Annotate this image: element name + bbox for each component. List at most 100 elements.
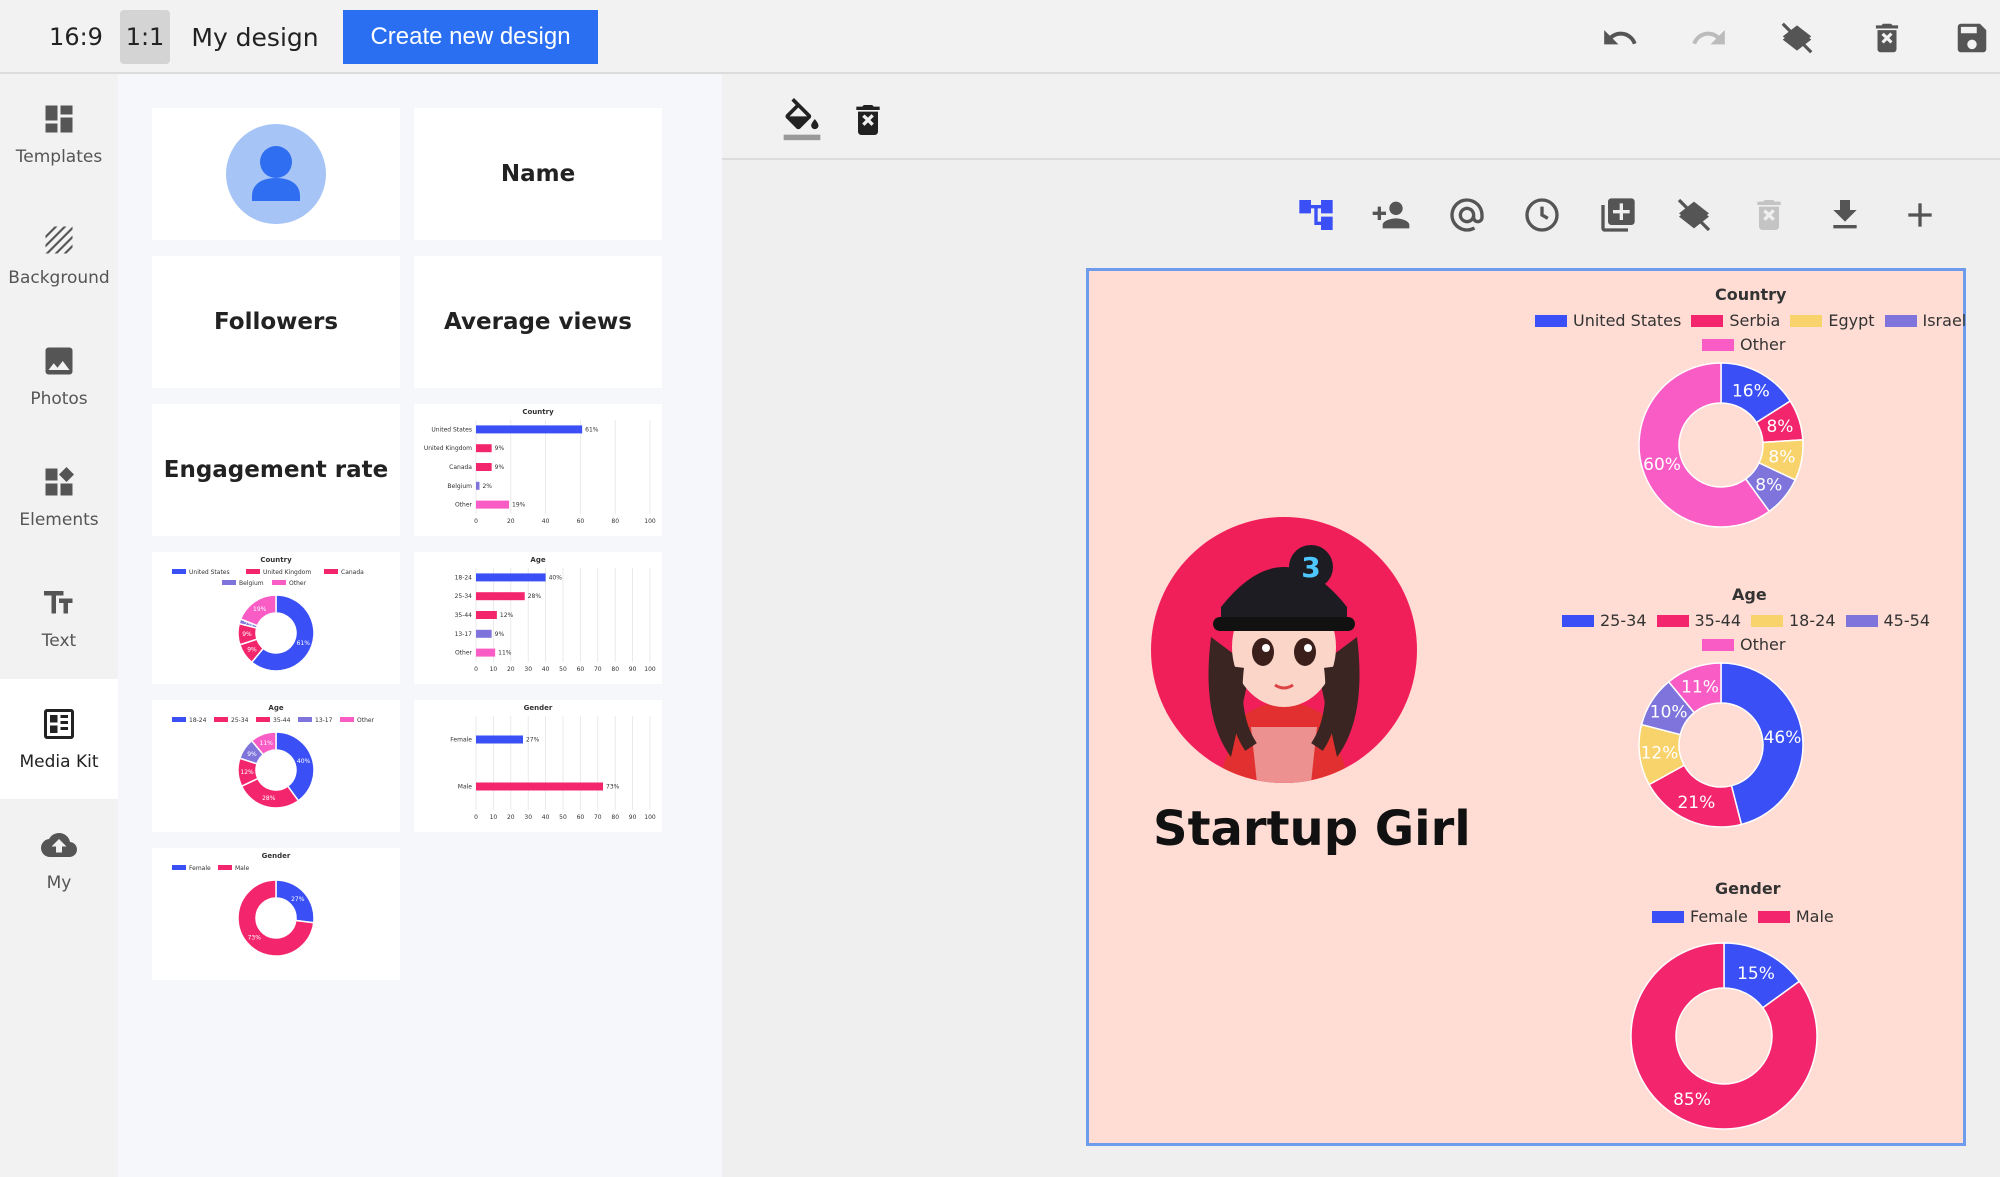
tick-label: 20 <box>507 666 515 673</box>
legend-label: Other <box>1740 335 1786 354</box>
age-legend-row-2: Other <box>1702 635 1785 654</box>
delete-icon[interactable] <box>1868 19 1906 57</box>
mini-donut-slice-label: 73% <box>248 934 262 941</box>
layers-clear-icon[interactable] <box>1778 19 1816 57</box>
legend-label: Male <box>1795 907 1834 926</box>
legend-item: 45-54 <box>1845 611 1931 630</box>
layers-clear-icon[interactable] <box>1674 195 1714 235</box>
country-bar-chart-card[interactable]: Country 0 20 40 60 80 100 United States 61% Unite… <box>414 404 662 536</box>
country-donut-chart[interactable]: 16% 8% 8% 8% 60% <box>1631 355 1811 535</box>
bar <box>476 629 492 638</box>
save-icon[interactable] <box>1953 19 1991 57</box>
gender-donut-chart[interactable]: 15% 85% <box>1629 941 1819 1131</box>
country-donut-slice-label: 16% <box>1732 382 1770 402</box>
user-avatar-icon <box>226 124 326 224</box>
at-icon[interactable] <box>1447 195 1487 235</box>
gender-bar-chart-card[interactable]: Gender 0 10 20 30 40 50 60 70 80 90 100 Female 27% Mal… <box>414 700 662 832</box>
sidebar-item-templates[interactable]: Templates <box>0 74 118 194</box>
name-card[interactable]: Name <box>414 108 662 240</box>
sidebar-item-background[interactable]: Background <box>0 195 118 315</box>
gender-chart-title: Gender <box>1715 879 1781 898</box>
legend-swatch <box>340 717 354 722</box>
elements-icon <box>45 467 74 496</box>
country-donut-chart-card[interactable]: Country United States United Kingdom Canada… <box>152 552 400 684</box>
background-icon <box>45 226 73 254</box>
tick-label: 80 <box>611 666 619 673</box>
my-design-button[interactable]: My design <box>180 10 330 64</box>
bar <box>476 648 496 657</box>
country-bar-chart: Country 0 20 40 60 80 100 United States 61% Unite… <box>424 408 656 525</box>
top-toolbar: 16:9 1:1 My design Create new design <box>0 0 2000 74</box>
category-label: 25-34 <box>455 593 473 600</box>
text-icon <box>44 591 73 614</box>
legend-label: 45-54 <box>1883 611 1931 630</box>
legend-item: 18-24 <box>1751 611 1836 630</box>
legend-swatch <box>172 717 186 722</box>
ratio-1-1-button[interactable]: 1:1 <box>120 10 170 64</box>
sidebar-item-elements[interactable]: Elements <box>0 437 118 557</box>
download-icon[interactable] <box>1825 195 1865 235</box>
person-add-icon[interactable] <box>1371 195 1411 235</box>
delete-icon[interactable] <box>848 100 888 140</box>
profile-photo[interactable]: 3 <box>1151 517 1417 783</box>
fill-color-icon[interactable] <box>780 98 824 142</box>
add-box-icon[interactable] <box>1598 195 1638 235</box>
legend-swatch <box>256 717 270 722</box>
category-label: United States <box>431 426 472 433</box>
create-new-design-button[interactable]: Create new design <box>343 10 598 64</box>
age-donut-chart-card[interactable]: Age 18-24 25-34 35-44 13-17 Other 40% 28% 12% 9% 1… <box>152 700 400 832</box>
engagement-rate-card-label: Engagement rate <box>163 457 389 483</box>
bar <box>476 481 480 490</box>
bar <box>476 592 525 601</box>
average-views-card[interactable]: Average views <box>414 256 662 388</box>
redo-icon[interactable] <box>1690 19 1728 57</box>
tick-label: 80 <box>611 518 619 525</box>
design-canvas[interactable]: 3 Startup Girl Country United States Ser… <box>1086 268 1966 1146</box>
avatar-card[interactable] <box>152 108 400 240</box>
category-label: Other <box>455 650 473 657</box>
bar-value-label: 19% <box>512 502 526 509</box>
delete-disabled-icon[interactable] <box>1749 195 1789 235</box>
sidebar-item-label: Text <box>41 631 77 651</box>
tick-label: 90 <box>629 814 637 821</box>
mini-donut-slice-label: 9% <box>242 631 252 638</box>
gender-donut-chart-card[interactable]: Gender Female Male 27% 73% <box>152 848 400 980</box>
canvas-title[interactable]: Startup Girl <box>1153 801 1471 857</box>
age-donut-slice-label: 21% <box>1677 793 1715 813</box>
legend-item: Israel <box>1884 311 1966 330</box>
engagement-rate-card[interactable]: Engagement rate <box>152 404 400 536</box>
sidebar-item-photos[interactable]: Photos <box>0 316 118 436</box>
bar <box>476 573 546 582</box>
legend-label: Canada <box>341 569 364 576</box>
age-donut-chart[interactable]: 46% 21% 12% 10% 11% <box>1631 655 1811 835</box>
sidebar-item-media-kit[interactable]: Media Kit <box>0 679 118 799</box>
country-legend-row-1: United States Serbia Egypt Israel <box>1535 311 1966 330</box>
legend-label: Egypt <box>1828 311 1875 330</box>
country-donut-chart: Country United States United Kingdom Canada… <box>172 556 364 672</box>
ratio-16-9-button[interactable]: 16:9 <box>36 10 116 64</box>
bar-value-label: 9% <box>495 464 505 471</box>
sidebar-item-my[interactable]: My <box>0 800 118 920</box>
tick-label: 50 <box>559 666 567 673</box>
tick-label: 10 <box>490 814 498 821</box>
age-donut-slice-label: 10% <box>1650 703 1688 723</box>
age-donut-slice-label: 11% <box>1681 678 1719 698</box>
age-bar-chart-card[interactable]: Age 0 10 20 30 40 50 60 70 80 90 100 18-24 40% 25-34 28… <box>414 552 662 684</box>
undo-icon[interactable] <box>1601 19 1639 57</box>
tick-label: 30 <box>524 666 532 673</box>
bar-value-label: 27% <box>526 737 540 744</box>
plus-icon[interactable] <box>1900 195 1940 235</box>
tick-label: 60 <box>577 814 585 821</box>
tick-label: 40 <box>542 666 550 673</box>
clock-icon[interactable] <box>1522 195 1562 235</box>
sidebar-item-text[interactable]: Text <box>0 558 118 678</box>
age-bar-chart: Age 0 10 20 30 40 50 60 70 80 90 100 18-24 40% 25-34 28… <box>455 556 656 673</box>
followers-card[interactable]: Followers <box>152 256 400 388</box>
sidebar-item-label: Media Kit <box>19 752 99 772</box>
chart-title: Gender <box>524 704 553 712</box>
bar <box>476 463 492 471</box>
mini-donut-slice-label: 12% <box>240 769 254 776</box>
hierarchy-icon[interactable] <box>1296 195 1336 235</box>
tick-label: 40 <box>542 518 550 525</box>
tick-label: 100 <box>644 814 656 821</box>
